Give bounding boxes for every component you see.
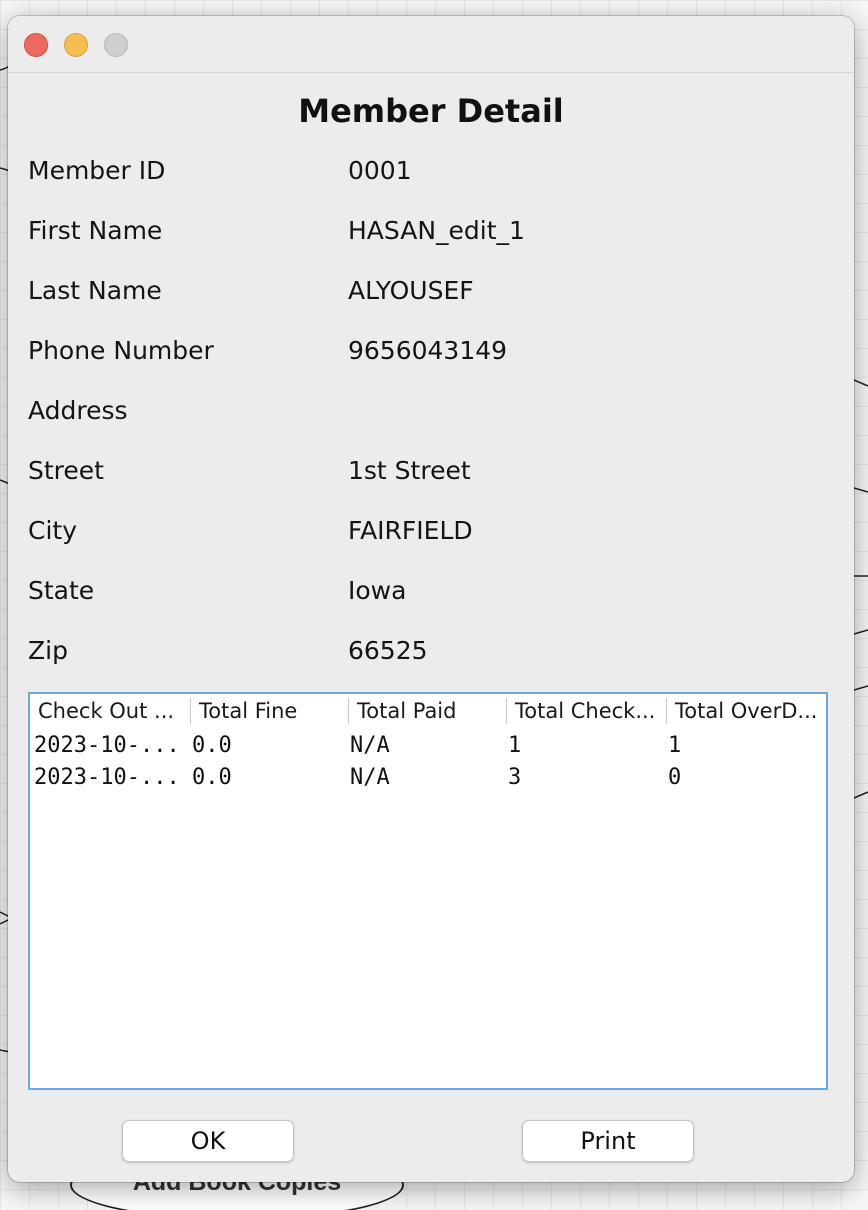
cell-total-overdue: 1 xyxy=(668,733,682,758)
zoom-icon xyxy=(104,33,128,57)
phone-number-label: Phone Number xyxy=(28,336,214,365)
street-value: 1st Street xyxy=(348,456,471,485)
cell-total-fine: 0.0 xyxy=(192,733,232,758)
state-label: State xyxy=(28,576,95,605)
cell-check-out-date: 2023-10-... xyxy=(34,765,180,790)
street-label: Street xyxy=(28,456,104,485)
member-id-value: 0001 xyxy=(348,156,412,185)
city-label: City xyxy=(28,516,77,545)
cell-total-overdue: 0 xyxy=(668,765,682,790)
checkout-history-table[interactable]: Check Out ... Total Fine Total Paid Tota… xyxy=(28,692,828,1090)
cell-total-paid: N/A xyxy=(350,733,390,758)
first-name-value: HASAN_edit_1 xyxy=(348,216,525,245)
cell-total-fine: 0.0 xyxy=(192,765,232,790)
ok-button[interactable]: OK xyxy=(122,1120,294,1162)
first-name-label: First Name xyxy=(28,216,163,245)
city-value: FAIRFIELD xyxy=(348,516,473,545)
last-name-label: Last Name xyxy=(28,276,162,305)
table-header: Check Out ... Total Fine Total Paid Tota… xyxy=(30,694,826,728)
last-name-value: ALYOUSEF xyxy=(348,276,474,305)
address-label: Address xyxy=(28,396,128,425)
member-detail-window: Member Detail Member ID 0001 First Name … xyxy=(8,16,854,1182)
cell-total-checkouts: 1 xyxy=(508,733,522,758)
zip-value: 66525 xyxy=(348,636,428,665)
state-value: Iowa xyxy=(348,576,407,605)
cell-total-paid: N/A xyxy=(350,765,390,790)
table-row[interactable]: 2023-10-... 0.0 N/A 3 0 xyxy=(30,762,826,794)
member-id-label: Member ID xyxy=(28,156,166,185)
zip-label: Zip xyxy=(28,636,68,665)
title-bar[interactable] xyxy=(8,16,854,73)
cell-check-out-date: 2023-10-... xyxy=(34,733,180,758)
dialog-heading: Member Detail xyxy=(298,92,564,130)
print-button[interactable]: Print xyxy=(522,1120,694,1162)
phone-number-value: 9656043149 xyxy=(348,336,508,365)
column-header-total-checkouts[interactable]: Total Check... xyxy=(506,698,666,724)
cell-total-checkouts: 3 xyxy=(508,765,522,790)
column-header-total-overdue[interactable]: Total OverD... xyxy=(666,698,826,724)
column-header-total-paid[interactable]: Total Paid xyxy=(348,698,506,724)
close-icon[interactable] xyxy=(24,33,48,57)
table-row[interactable]: 2023-10-... 0.0 N/A 1 1 xyxy=(30,730,826,762)
column-header-total-fine[interactable]: Total Fine xyxy=(190,698,348,724)
column-header-check-out[interactable]: Check Out ... xyxy=(30,698,190,724)
minimize-icon[interactable] xyxy=(64,33,88,57)
